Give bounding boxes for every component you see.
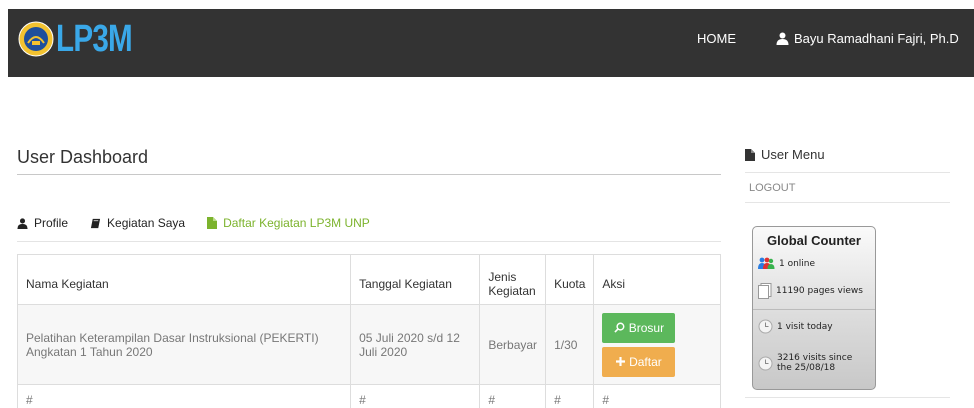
page-title: User Dashboard	[17, 147, 149, 167]
tab-kegiatan-saya-label: Kegiatan Saya	[107, 216, 186, 230]
user-icon	[776, 32, 789, 45]
counter-pageviews-row: 11190 pages views	[758, 283, 863, 299]
sidebar-divider	[745, 172, 950, 173]
users-online-icon	[758, 257, 775, 269]
col-jenis-kegiatan: Jenis Kegiatan	[479, 254, 547, 305]
kegiatan-table: Nama Kegiatan Tanggal Kegiatan Jenis Keg…	[16, 254, 721, 408]
clock-icon	[758, 319, 773, 334]
col-tanggal-kegiatan: Tanggal Kegiatan	[350, 254, 481, 305]
daftar-button[interactable]: Daftar	[602, 346, 676, 377]
global-counter-widget: Global Counter 1 online 11190 pages view…	[752, 226, 876, 390]
counter-online-row: 1 online	[758, 257, 815, 270]
brosur-button[interactable]: Brosur	[602, 312, 676, 343]
cell-tanggal: #	[350, 384, 481, 408]
tab-kegiatan-saya[interactable]: Kegiatan Saya	[90, 216, 185, 230]
cell-nama: #	[16, 384, 352, 408]
counter-divider	[753, 309, 875, 310]
logout-link[interactable]: LOGOUT	[749, 182, 795, 194]
user-menu-link[interactable]: Bayu Ramadhani Fajri, Ph.D	[776, 31, 959, 46]
tabs-divider	[17, 241, 721, 242]
col-aksi: Aksi	[593, 254, 721, 305]
brosur-label: Brosur	[628, 320, 665, 335]
sidebar-divider	[745, 397, 950, 398]
plus-icon	[616, 357, 626, 366]
search-icon	[614, 322, 625, 333]
book-icon	[90, 218, 101, 228]
visits-today: 1 visit today	[777, 321, 833, 332]
counter-today-row: 1 visit today	[758, 319, 833, 334]
online-count: 1 online	[779, 258, 816, 269]
user-icon	[17, 217, 28, 229]
table-row: Pelatihan Keterampilan Dasar Instruksion…	[16, 304, 721, 385]
counter-title: Global Counter	[767, 233, 861, 248]
col-nama-kegiatan: Nama Kegiatan	[16, 254, 352, 305]
tab-daftar-kegiatan[interactable]: Daftar Kegiatan LP3M UNP	[207, 216, 370, 230]
tab-profile[interactable]: Profile	[17, 216, 68, 230]
file-icon	[745, 148, 755, 161]
user-menu-title-text: User Menu	[761, 147, 825, 162]
cell-aksi: Brosur Daftar	[593, 304, 721, 385]
cell-jenis: Berbayar	[479, 304, 547, 385]
top-navbar: LP3M HOME Bayu Ramadhani Fajri, Ph.D	[8, 9, 974, 77]
pageviews-count: 11190 pages views	[776, 286, 863, 296]
brand-logo[interactable]: LP3M	[18, 19, 153, 59]
file-icon	[207, 217, 218, 229]
table-header-row: Nama Kegiatan Tanggal Kegiatan Jenis Keg…	[16, 254, 721, 305]
tab-profile-label: Profile	[34, 216, 69, 230]
nav-home-link[interactable]: HOME	[697, 31, 736, 46]
counter-since-row: 3216 visits since the 25/08/18	[758, 353, 852, 373]
cell-kuota: #	[545, 384, 595, 408]
clock-icon	[758, 356, 773, 370]
tab-daftar-kegiatan-label: Daftar Kegiatan LP3M UNP	[223, 216, 370, 230]
cell-tanggal: 05 Juli 2020 s/d 12 Juli 2020	[350, 304, 481, 385]
dashboard-tabs: Profile Kegiatan Saya Daftar Kegiatan LP…	[17, 216, 392, 230]
cell-aksi: #	[593, 384, 721, 408]
visits-since-line2: the 25/08/18	[777, 363, 836, 373]
unp-emblem-icon	[18, 21, 54, 57]
user-name: Bayu Ramadhani Fajri, Ph.D	[794, 31, 959, 46]
page-icon	[758, 283, 772, 299]
visits-since-line1: 3216 visits since	[777, 353, 853, 363]
user-menu-title: User Menu	[745, 147, 825, 162]
table-row: # # # # #	[16, 384, 721, 408]
cell-jenis: #	[479, 384, 547, 408]
visits-since: 3216 visits since the 25/08/18	[777, 353, 852, 373]
col-kuota: Kuota	[545, 254, 595, 305]
title-divider	[17, 174, 721, 175]
daftar-label: Daftar	[629, 354, 662, 369]
sidebar-divider	[745, 202, 950, 203]
cell-nama: Pelatihan Keterampilan Dasar Instruksion…	[16, 304, 352, 385]
brand-text: LP3M	[56, 18, 133, 60]
cell-kuota: 1/30	[545, 304, 595, 385]
